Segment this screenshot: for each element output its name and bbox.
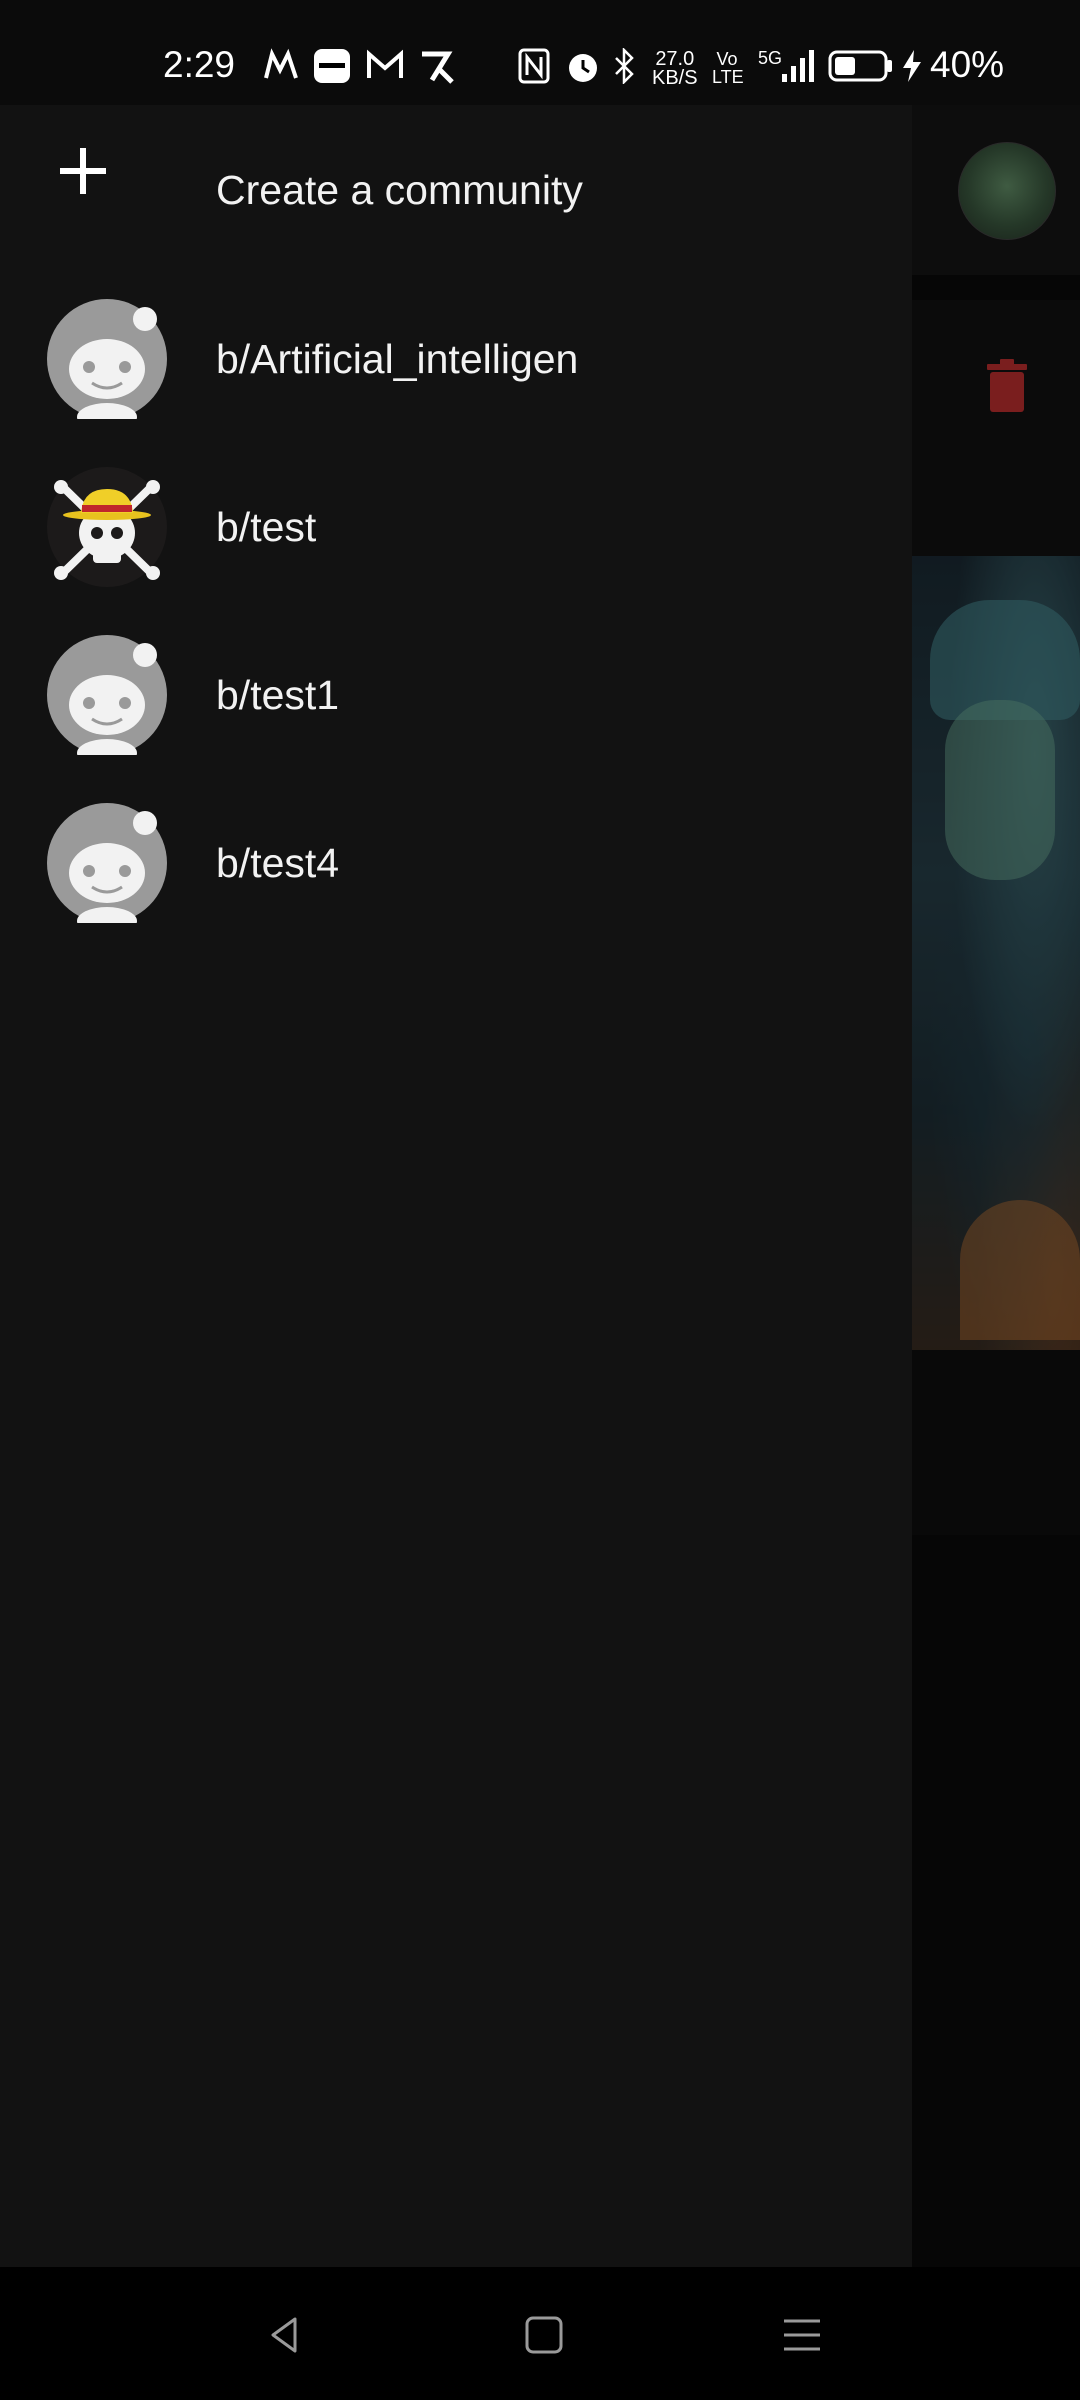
post-image-detail bbox=[960, 1200, 1080, 1340]
gmail-notification-icon bbox=[367, 49, 403, 78]
network-speed: 27.0 KB/S bbox=[652, 49, 698, 89]
trash-icon[interactable] bbox=[984, 358, 1030, 414]
community-item[interactable]: b/Artificial_intelligen bbox=[0, 275, 912, 443]
default-avatar-icon bbox=[47, 299, 167, 419]
plus-icon bbox=[60, 148, 106, 194]
battery-icon bbox=[828, 50, 892, 82]
community-item[interactable]: b/test4 bbox=[0, 779, 912, 947]
charging-icon bbox=[903, 50, 921, 82]
user-avatar[interactable] bbox=[958, 142, 1056, 240]
navigation-drawer: Create a community b/Artificial_intellig… bbox=[0, 0, 912, 2267]
myntra-notification-icon bbox=[264, 48, 298, 79]
zomato-notification-icon bbox=[314, 49, 350, 83]
community-item[interactable]: b/test1 bbox=[0, 611, 912, 779]
home-icon[interactable] bbox=[514, 2305, 574, 2365]
signal-icon bbox=[782, 50, 814, 82]
community-label: b/test4 bbox=[216, 839, 340, 886]
status-time: 2:29 bbox=[163, 44, 236, 85]
alarm-icon bbox=[569, 54, 597, 82]
recents-icon[interactable] bbox=[772, 2305, 832, 2365]
network-speed-unit: KB/S bbox=[652, 67, 698, 89]
battery-percentage: 40% bbox=[930, 44, 1005, 85]
status-bar: 2:29 27.0 KB/S Vo LTE 5G 40% bbox=[0, 0, 1080, 105]
system-nav-bar bbox=[0, 2267, 1080, 2400]
community-label: b/test bbox=[216, 503, 317, 550]
default-avatar-icon bbox=[47, 803, 167, 923]
nfc-icon bbox=[518, 48, 550, 84]
app-notification-icon bbox=[422, 51, 454, 84]
community-item[interactable]: b/test bbox=[0, 443, 912, 611]
back-icon[interactable] bbox=[255, 2305, 315, 2365]
skull-straw-hat-avatar-icon bbox=[47, 467, 167, 587]
community-label: b/Artificial_intelligen bbox=[216, 335, 579, 382]
network-type: 5G bbox=[758, 48, 783, 68]
create-community-label: Create a community bbox=[216, 166, 583, 213]
bluetooth-icon bbox=[615, 48, 634, 84]
create-community-button[interactable]: Create a community bbox=[0, 105, 912, 275]
default-avatar-icon bbox=[47, 635, 167, 755]
volte-indicator: Vo LTE bbox=[712, 49, 744, 87]
post-image-detail bbox=[945, 700, 1055, 880]
community-label: b/test1 bbox=[216, 671, 340, 718]
